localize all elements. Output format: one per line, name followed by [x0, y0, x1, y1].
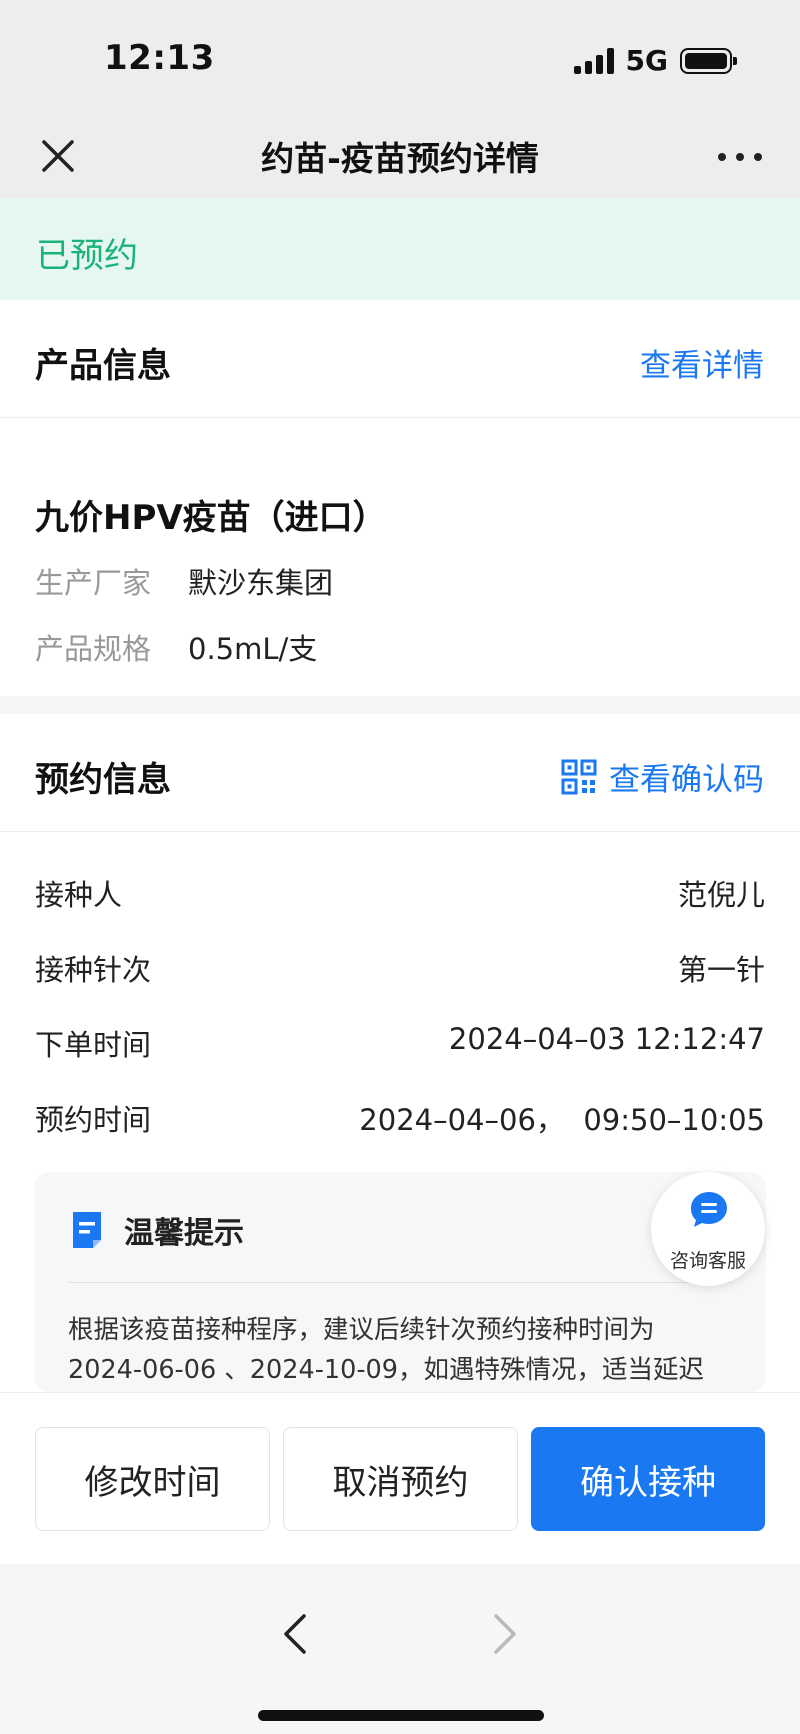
chat-bubble-icon: [689, 1190, 729, 1230]
appointment-section-title: 预约信息: [35, 760, 171, 800]
tip-text: 根据该疫苗接种程序，建议后续针次预约接种时间为 2024-06-06 、2024…: [68, 1310, 738, 1390]
modify-time-button[interactable]: 修改时间: [35, 1427, 270, 1531]
manufacturer-label: 生产厂家: [35, 566, 152, 600]
status-banner: 已预约: [0, 198, 800, 300]
document-icon: [70, 1210, 104, 1250]
cancel-appointment-button[interactable]: 取消预约: [283, 1427, 518, 1531]
view-details-link[interactable]: 查看详情: [640, 340, 764, 385]
customer-service-label: 咨询客服: [669, 1250, 746, 1272]
tip-divider: [68, 1282, 732, 1283]
appointment-time-label: 预约时间: [35, 1103, 152, 1137]
order-time-value: 2024–04–03 12:12:47: [448, 1022, 765, 1056]
recipient-value: 范倪儿: [677, 878, 765, 912]
qr-code-icon: [561, 759, 597, 795]
spec-row: 产品规格 0.5mL/支: [35, 626, 317, 668]
order-time-row: 下单时间 2024–04–03 12:12:47: [35, 1022, 765, 1064]
product-info: 九价HPV疫苗（进口） 生产厂家 默沙东集团 产品规格 0.5mL/支: [0, 420, 800, 696]
customer-service-button[interactable]: 咨询客服: [651, 1172, 765, 1286]
tip-title: 温馨提示: [124, 1216, 244, 1251]
product-name: 九价HPV疫苗（进口）: [35, 498, 387, 538]
tip-line-2: 2024-06-06 、2024-10-09，如遇特殊情况，适当延迟: [68, 1355, 704, 1385]
status-badge: 已预约: [36, 236, 138, 276]
manufacturer-row: 生产厂家 默沙东集团: [35, 560, 333, 602]
confirm-vaccination-button[interactable]: 确认接种: [531, 1427, 765, 1531]
nav-bar: 约苗-疫苗预约详情: [0, 118, 800, 198]
manufacturer-value: 默沙东集团: [188, 566, 334, 600]
page-title: 约苗-疫苗预约详情: [261, 139, 539, 178]
appointment-time-value: 2024–04–06， 09:50–10:05: [359, 1103, 765, 1137]
appointment-time-row: 预约时间 2024–04–06， 09:50–10:05: [35, 1097, 765, 1139]
view-details-label: 查看详情: [640, 348, 764, 384]
recipient-label: 接种人: [35, 878, 123, 912]
recipient-row: 接种人 范倪儿: [35, 872, 765, 914]
spec-label: 产品规格: [35, 632, 152, 666]
dose-label: 接种针次: [35, 953, 152, 987]
spec-value: 0.5mL/支: [188, 632, 318, 666]
tip-header: 温馨提示: [70, 1208, 244, 1252]
dose-value: 第一针: [677, 953, 765, 987]
signal-icon: [573, 47, 614, 74]
dose-row: 接种针次 第一针: [35, 947, 765, 989]
chevron-right-icon[interactable]: [484, 1612, 524, 1656]
product-section-title: 产品信息: [35, 346, 171, 386]
appointment-section-header: 预约信息 查看确认码: [0, 714, 800, 832]
chevron-left-icon[interactable]: [276, 1612, 316, 1656]
section-divider: [0, 696, 800, 714]
home-indicator: [258, 1710, 544, 1721]
status-time: 12:13: [104, 38, 215, 78]
network-label: 5G: [625, 44, 668, 77]
product-section-header: 产品信息 查看详情: [0, 300, 800, 418]
order-time-label: 下单时间: [35, 1028, 152, 1062]
view-code-label: 查看确认码: [609, 762, 764, 798]
status-indicators: 5G: [573, 44, 737, 77]
tip-line-1: 根据该疫苗接种程序，建议后续针次预约接种时间为: [68, 1315, 655, 1345]
more-icon[interactable]: [718, 142, 762, 172]
action-bar: 修改时间 取消预约 确认接种: [0, 1392, 800, 1564]
view-code-link[interactable]: 查看确认码: [561, 754, 764, 799]
browser-nav-bar: [0, 1564, 800, 1734]
battery-icon: [680, 47, 737, 74]
status-bar: 12:13 5G: [0, 0, 800, 118]
